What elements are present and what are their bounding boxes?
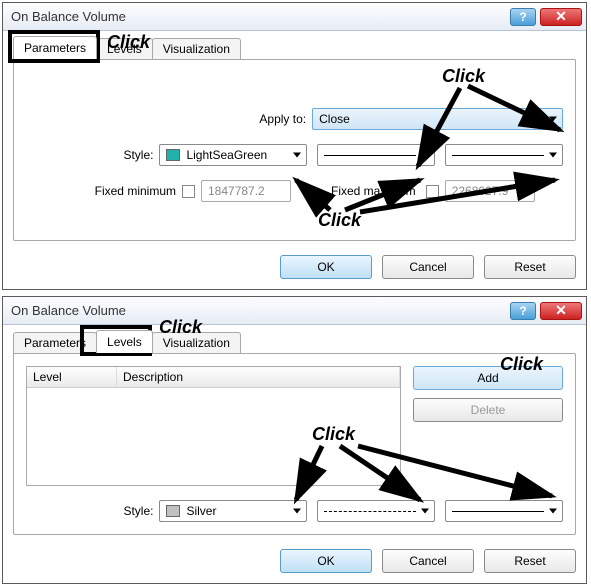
style-label: Style: [26,148,153,162]
chevron-down-icon [421,509,429,514]
chevron-down-icon [549,117,557,122]
fixed-min-label: Fixed minimum [26,184,176,198]
button-row: OK Cancel Reset [3,249,586,289]
col-level: Level [27,367,117,387]
titlebar: On Balance Volume ? ✕ [3,297,586,325]
style-color-name: Silver [186,504,216,518]
tab-visualization[interactable]: Visualization [152,38,241,59]
chevron-down-icon [293,153,301,158]
tab-strip: Parameters Levels Visualization [3,329,586,353]
chevron-down-icon [293,509,301,514]
reset-button[interactable]: Reset [484,549,576,573]
close-button[interactable]: ✕ [540,8,582,26]
parameters-panel: Apply to: Close Style: LightSeaGreen [13,59,576,241]
line-style-dropdown[interactable] [317,500,435,522]
help-button[interactable]: ? [510,8,536,26]
col-description: Description [117,367,400,387]
style-color-name: LightSeaGreen [186,148,267,162]
levels-list[interactable]: Level Description [26,366,401,486]
line-width-dropdown[interactable] [445,144,563,166]
fixed-max-label: Fixed maximum [331,184,416,198]
chevron-down-icon [549,509,557,514]
tab-levels[interactable]: Levels [96,330,153,353]
side-buttons: Add Delete [413,366,563,486]
line-preview-solid [324,155,416,156]
window-title: On Balance Volume [11,303,506,318]
fixed-max-checkbox[interactable] [426,185,439,198]
apply-to-value: Close [319,112,350,126]
fixed-min-input[interactable]: 1847787.2 [201,180,291,202]
fixed-max-input[interactable]: 2268027.9 [445,180,535,202]
tab-parameters[interactable]: Parameters [13,332,97,353]
button-row: OK Cancel Reset [3,543,586,583]
style-label: Style: [26,504,153,518]
apply-to-label: Apply to: [26,112,306,126]
tab-visualization[interactable]: Visualization [152,332,241,353]
window-title: On Balance Volume [11,9,506,24]
line-preview-solid [452,155,544,156]
chevron-down-icon [549,153,557,158]
cancel-button[interactable]: Cancel [382,255,474,279]
line-style-dropdown[interactable] [317,144,435,166]
list-header: Level Description [27,367,400,388]
ok-button[interactable]: OK [280,255,372,279]
dialog-parameters: On Balance Volume ? ✕ Parameters Levels … [2,2,587,290]
color-swatch [166,505,180,517]
add-button[interactable]: Add [413,366,563,390]
fixed-min-checkbox[interactable] [182,185,195,198]
ok-button[interactable]: OK [280,549,372,573]
tab-parameters[interactable]: Parameters [13,36,97,59]
cancel-button[interactable]: Cancel [382,549,474,573]
tab-levels[interactable]: Levels [96,38,153,59]
close-button[interactable]: ✕ [540,302,582,320]
delete-button[interactable]: Delete [413,398,563,422]
line-preview-solid [452,511,544,512]
help-button[interactable]: ? [510,302,536,320]
tab-strip: Parameters Levels Visualization [3,35,586,59]
style-color-dropdown[interactable]: Silver [159,500,307,522]
reset-button[interactable]: Reset [484,255,576,279]
titlebar: On Balance Volume ? ✕ [3,3,586,31]
line-width-dropdown[interactable] [445,500,563,522]
style-color-dropdown[interactable]: LightSeaGreen [159,144,307,166]
levels-panel: Level Description Add Delete Style: Silv… [13,353,576,535]
apply-to-dropdown[interactable]: Close [312,108,563,130]
dialog-levels: On Balance Volume ? ✕ Parameters Levels … [2,296,587,584]
chevron-down-icon [421,153,429,158]
color-swatch [166,149,180,161]
line-preview-dashed [324,511,416,512]
